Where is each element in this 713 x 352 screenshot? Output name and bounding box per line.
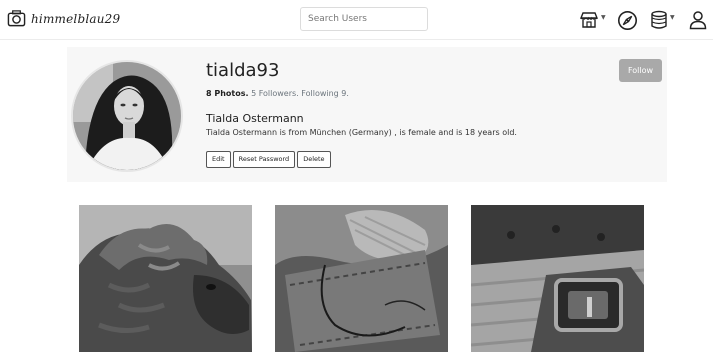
user-icon [689,11,707,30]
profile-full-name: Tialda Ostermann [206,112,304,125]
reset-password-button[interactable]: Reset Password [232,151,296,168]
navbar: himmelblau29 ▼ [0,0,713,40]
photo-alpaca[interactable] [79,205,252,352]
chevron-down-icon: ▼ [601,13,606,21]
profile-stats: 8 Photos. 5 Followers. Following 9. [206,89,349,98]
photo-buckle[interactable] [471,205,644,352]
database-menu[interactable]: ▼ [650,8,675,32]
delete-button[interactable]: Delete [297,151,331,168]
profile-avatar [71,60,183,172]
shop-icon [579,12,599,28]
shop-menu[interactable]: ▼ [579,8,606,32]
profile-actions: Edit Reset Password Delete [206,151,331,168]
follow-button[interactable]: Follow [619,59,662,82]
nav-icons: ▼ ▼ [0,8,713,32]
following-count[interactable]: Following 9. [301,89,349,98]
followers-count[interactable]: 5 Followers. [251,89,299,98]
explore-button[interactable] [617,8,638,32]
profile-bio: Tialda Ostermann is from München (German… [206,128,517,137]
database-icon [651,10,667,29]
photos-count[interactable]: 8 Photos. [206,89,249,98]
chevron-down-icon: ▼ [670,13,675,21]
edit-button[interactable]: Edit [206,151,231,168]
profile-username: tialda93 [206,60,280,81]
profile-button[interactable] [689,8,707,32]
photo-leather-stitching[interactable] [275,205,448,352]
compass-icon [617,10,638,30]
